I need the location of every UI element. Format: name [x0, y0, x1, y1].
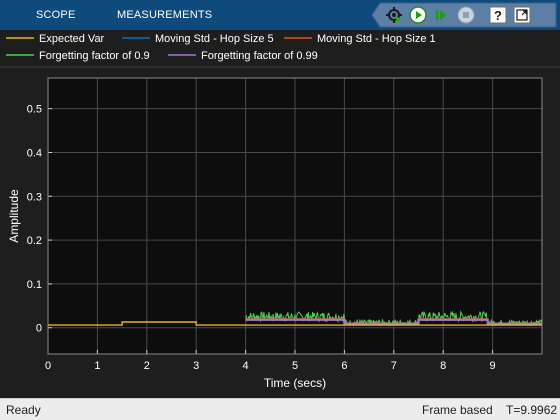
status-mode: Frame based [422, 403, 493, 417]
y-tick-label: 0.2 [27, 235, 42, 247]
x-tick-label: 1 [94, 360, 100, 372]
scope-chart: Expected Var Moving Std - Hop Size 5 Movin… [0, 33, 560, 390]
x-tick-label: 8 [440, 360, 446, 372]
x-tick-label: 4 [243, 360, 249, 372]
y-tick-label: 0.5 [27, 104, 42, 116]
legend-entry: Forgetting factor of 0.9 [39, 50, 150, 62]
legend-entry: Moving Std - Hop Size 5 [155, 33, 274, 45]
status-bar: Ready Frame based T=9.9962 [0, 398, 560, 420]
x-tick-label: 5 [292, 360, 298, 372]
plot-area: Expected Var Moving Std - Hop Size 5 Movin… [0, 30, 560, 398]
x-tick-label: 3 [193, 360, 199, 372]
x-tick-label: 2 [144, 360, 150, 372]
y-tick-label: 0.3 [27, 191, 42, 203]
y-tick-label: 0 [36, 323, 42, 335]
run-icon[interactable] [407, 4, 429, 26]
x-tick-label: 9 [490, 360, 496, 372]
tab-scope[interactable]: SCOPE [36, 0, 76, 30]
x-axis-label: Time (secs) [264, 376, 326, 390]
legend-entry: Forgetting factor of 0.99 [201, 50, 318, 62]
undock-icon[interactable] [511, 4, 533, 26]
stop-icon[interactable] [455, 4, 477, 26]
run-settings-icon[interactable] [383, 4, 405, 26]
step-forward-icon[interactable] [431, 4, 453, 26]
help-icon[interactable]: ? [487, 4, 509, 26]
toolstrip: SCOPE MEASUREMENTS ? [0, 0, 560, 30]
tab-measurements[interactable]: MEASUREMENTS [117, 0, 212, 30]
legend-entry: Moving Std - Hop Size 1 [317, 33, 436, 45]
x-tick-label: 6 [341, 360, 347, 372]
status-time: T=9.9962 [506, 403, 558, 417]
status-ready: Ready [6, 403, 41, 417]
x-tick-label: 0 [45, 360, 51, 372]
svg-text:?: ? [494, 8, 502, 23]
y-axis-label: Amplitude [7, 189, 21, 243]
legend-entry: Expected Var [39, 33, 105, 45]
y-tick-label: 0.1 [27, 279, 42, 291]
y-tick-label: 0.4 [27, 147, 42, 159]
x-tick-label: 7 [391, 360, 397, 372]
